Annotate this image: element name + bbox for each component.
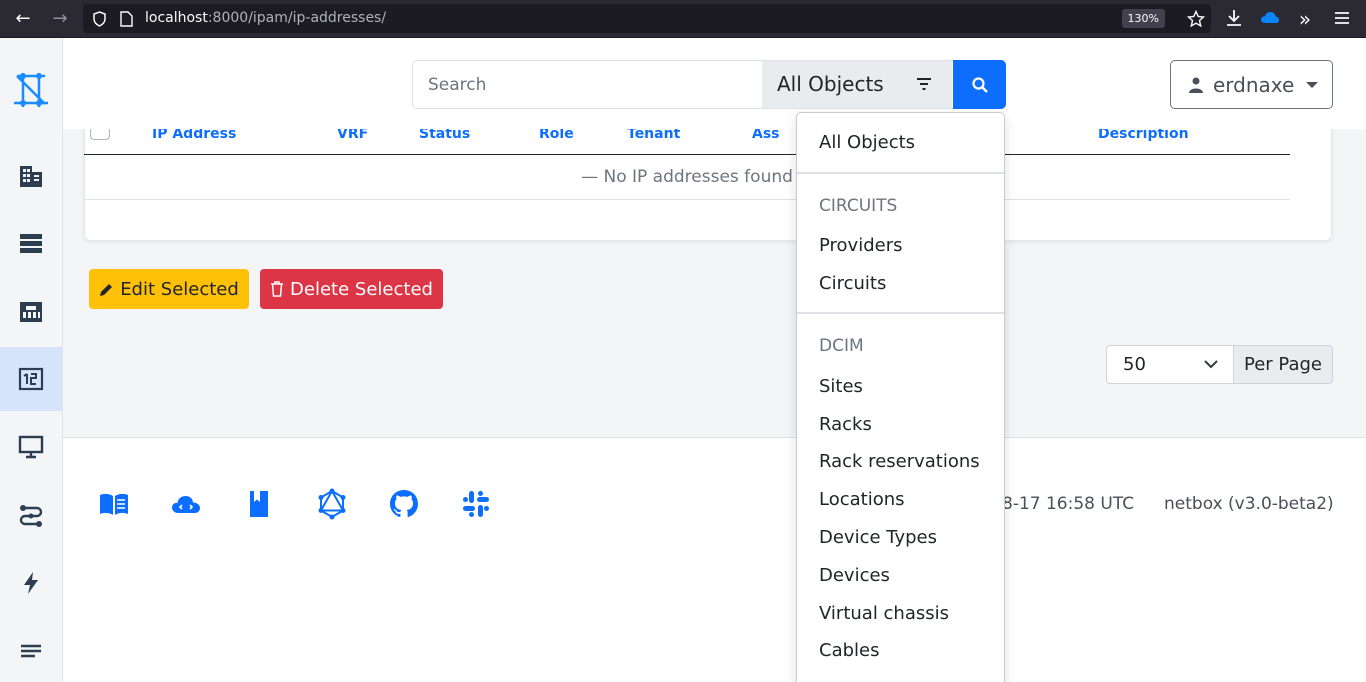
pencil-icon <box>100 283 113 296</box>
per-page-value: 50 <box>1123 354 1146 375</box>
back-arrow-icon[interactable]: ← <box>11 7 35 31</box>
dropdown-header-dcim: DCIM <box>819 336 864 356</box>
per-page-select[interactable]: 50 <box>1106 345 1234 384</box>
dropdown-item-rack-reservations[interactable]: Rack reservations <box>819 451 980 472</box>
user-menu-button[interactable]: erdnaxe <box>1170 60 1333 109</box>
edit-selected-button[interactable]: Edit Selected <box>89 269 249 309</box>
dropdown-item-devices[interactable]: Devices <box>819 565 890 586</box>
dropdown-item-locations[interactable]: Locations <box>819 489 905 510</box>
power-icon[interactable] <box>0 551 62 615</box>
zoom-level[interactable]: 130% <box>1121 9 1165 28</box>
chevron-down-icon <box>1204 360 1218 369</box>
search-icon <box>971 76 988 93</box>
search-group: All Objects <box>412 60 1006 109</box>
trash-icon <box>271 281 284 297</box>
delete-selected-button[interactable]: Delete Selected <box>260 269 443 309</box>
virtualization-icon[interactable] <box>0 415 62 479</box>
chevron-down-icon <box>1306 81 1319 88</box>
dropdown-item-device-types[interactable]: Device Types <box>819 527 937 548</box>
per-page-control: 50 Per Page <box>1106 345 1333 384</box>
overflow-chevrons-icon[interactable]: » <box>1293 7 1317 31</box>
object-type-label: All Objects <box>777 72 884 96</box>
organization-icon[interactable] <box>0 144 62 208</box>
dropdown-item-circuits[interactable]: Circuits <box>819 273 886 294</box>
dropdown-item-sites[interactable]: Sites <box>819 376 863 397</box>
empty-table-message: — No IP addresses found <box>84 155 1290 200</box>
browser-toolbar: ← → localhost:8000/ipam/ip-addresses/ 13… <box>0 0 1366 38</box>
star-icon[interactable] <box>1187 10 1205 28</box>
forward-arrow-icon[interactable]: → <box>48 7 72 31</box>
page-icon <box>120 11 133 27</box>
filter-icon <box>917 78 931 90</box>
main-content: IP Address VRF Status Role Tenant Ass ne… <box>63 38 1366 682</box>
dropdown-item-all-objects[interactable]: All Objects <box>819 132 915 153</box>
object-type-dropdown: All Objects CIRCUITS Providers Circuits … <box>796 112 1005 682</box>
connections-icon[interactable] <box>0 280 62 344</box>
footer-version: netbox (v3.0-beta2) <box>1164 494 1334 514</box>
api-cloud-icon[interactable] <box>170 488 202 520</box>
download-icon[interactable] <box>1222 6 1246 30</box>
dropdown-item-virtual-chassis[interactable]: Virtual chassis <box>819 603 949 624</box>
bookmark-book-icon[interactable] <box>243 488 275 520</box>
circuits-icon[interactable] <box>0 483 62 547</box>
delete-selected-label: Delete Selected <box>290 278 433 300</box>
other-menu-icon[interactable] <box>0 619 62 682</box>
devices-icon[interactable] <box>0 212 62 276</box>
footer: 8-17 16:58 UTC netbox (v3.0-beta2) <box>63 437 1366 682</box>
dropdown-header-circuits: CIRCUITS <box>819 196 898 216</box>
hamburger-menu-icon[interactable] <box>1330 6 1354 30</box>
user-icon <box>1189 77 1203 93</box>
ipam-icon[interactable] <box>0 347 62 411</box>
address-bar[interactable]: localhost:8000/ipam/ip-addresses/ 130% <box>83 4 1211 33</box>
docs-book-icon[interactable] <box>98 488 130 520</box>
dropdown-item-racks[interactable]: Racks <box>819 414 872 435</box>
footer-timestamp: 8-17 16:58 UTC <box>1002 494 1135 514</box>
slack-icon[interactable] <box>460 488 492 520</box>
sidebar <box>0 38 63 682</box>
url-text: localhost:8000/ipam/ip-addresses/ <box>145 10 387 26</box>
dropdown-item-cables[interactable]: Cables <box>819 640 879 661</box>
search-input[interactable] <box>413 61 762 108</box>
dropdown-divider <box>797 172 1004 174</box>
top-header: All Objects erdnaxe <box>63 38 1366 129</box>
search-button[interactable] <box>953 60 1006 109</box>
per-page-label: Per Page <box>1233 345 1333 384</box>
dropdown-divider <box>797 312 1004 314</box>
github-icon[interactable] <box>388 488 420 520</box>
edit-selected-label: Edit Selected <box>120 278 239 300</box>
shield-icon <box>93 11 106 27</box>
graphql-icon[interactable] <box>316 488 348 520</box>
netbox-logo-icon[interactable] <box>0 58 62 122</box>
object-type-selector[interactable]: All Objects <box>762 61 952 108</box>
dropdown-item-providers[interactable]: Providers <box>819 235 903 256</box>
cloud-sync-icon[interactable] <box>1258 6 1282 30</box>
username: erdnaxe <box>1213 72 1295 97</box>
